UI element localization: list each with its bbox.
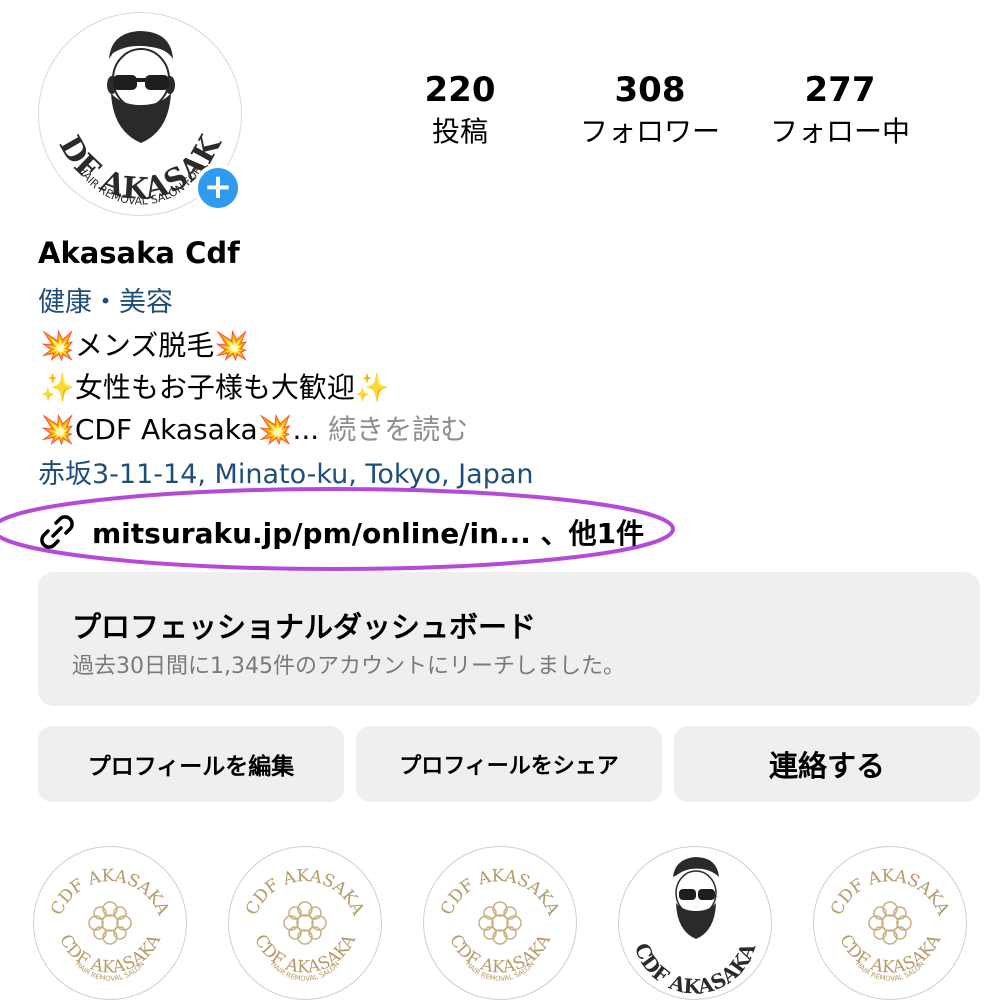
stat-posts[interactable]: 220 投稿 bbox=[375, 70, 545, 154]
svg-text:CDF AKASAKA: CDF AKASAKA bbox=[242, 866, 368, 919]
edit-profile-button[interactable]: プロフィールを編集 bbox=[38, 726, 344, 802]
share-profile-button[interactable]: プロフィールをシェア bbox=[356, 726, 662, 802]
following-label: フォロー中 bbox=[769, 115, 910, 148]
svg-text:CDF AKASAKA: CDF AKASAKA bbox=[835, 931, 945, 978]
posts-label: 投稿 bbox=[431, 115, 488, 148]
bearded-man-logo: CDF AKASAKA bbox=[630, 857, 761, 999]
highlight-5-top-text: CDF AKASAKA bbox=[827, 866, 953, 919]
highlight-2-top-text: CDF AKASAKA bbox=[242, 866, 368, 919]
mandala-logo: CDF AKASAKA CDF AKASAKA HAIR REMOVAL SAL… bbox=[242, 866, 368, 983]
profile-category[interactable]: 健康・美容 bbox=[38, 280, 173, 319]
read-more-link[interactable]: 続きを読む bbox=[319, 413, 468, 446]
dashboard-subtitle: 過去30日間に1,345件のアカウントにリーチしました。 bbox=[72, 654, 625, 679]
bio-line-2: ✨女性もお子様も大歓迎✨ bbox=[40, 371, 390, 404]
highlight-1-top-text: CDF AKASAKA bbox=[47, 866, 173, 919]
story-highlight-2[interactable]: CDF AKASAKA CDF AKASAKA HAIR REMOVAL SAL… bbox=[228, 846, 382, 1000]
following-count: 277 bbox=[804, 70, 876, 110]
svg-text:CDF AKASAKA: CDF AKASAKA bbox=[437, 866, 563, 919]
svg-text:CDF AKASAKA: CDF AKASAKA bbox=[827, 866, 953, 919]
story-highlight-1[interactable]: CDF AKASAKA CDF AKASAKA HAIR REMOVAL SAL… bbox=[33, 846, 187, 1000]
svg-text:CDF AKASAKA: CDF AKASAKA bbox=[445, 931, 555, 978]
story-highlight-4[interactable]: CDF AKASAKA bbox=[618, 846, 772, 1000]
highlight-3-bottom-text: CDF AKASAKA bbox=[445, 931, 555, 978]
highlight-1-bottom-text: CDF AKASAKA bbox=[55, 931, 165, 978]
svg-text:CDF AKASAKA: CDF AKASAKA bbox=[47, 866, 173, 919]
story-highlight-3[interactable]: CDF AKASAKA CDF AKASAKA HAIR REMOVAL SAL… bbox=[423, 846, 577, 1000]
bio-line-3-text: 💥CDF Akasaka💥... bbox=[40, 413, 320, 446]
mandala-logo: CDF AKASAKA CDF AKASAKA HAIR REMOVAL SAL… bbox=[437, 866, 563, 983]
mandala-logo: CDF AKASAKA CDF AKASAKA HAIR REMOVAL SAL… bbox=[827, 866, 953, 983]
story-highlight-5[interactable]: CDF AKASAKA CDF AKASAKA HAIR REMOVAL SAL… bbox=[813, 846, 967, 1000]
link-icon bbox=[40, 515, 74, 549]
stat-following[interactable]: 277 フォロー中 bbox=[755, 70, 925, 154]
highlight-5-bottom-text: CDF AKASAKA bbox=[835, 931, 945, 978]
dashboard-title: プロフェッショナルダッシュボード bbox=[72, 610, 537, 644]
highlight-2-bottom-text: CDF AKASAKA bbox=[250, 931, 360, 978]
link-text[interactable]: mitsuraku.jp/pm/online/in... 、他1件 bbox=[92, 512, 644, 552]
posts-count: 220 bbox=[424, 70, 496, 110]
followers-count: 308 bbox=[614, 70, 686, 110]
profile-name: Akasaka Cdf bbox=[38, 236, 240, 270]
bio-line-3: 💥CDF Akasaka💥... 続きを読む bbox=[40, 408, 468, 448]
mandala-logo: CDF AKASAKA CDF AKASAKA HAIR REMOVAL SAL… bbox=[47, 866, 173, 983]
highlight-3-top-text: CDF AKASAKA bbox=[437, 866, 563, 919]
followers-label: フォロワー bbox=[579, 115, 720, 148]
bio-line-1: 💥メンズ脱毛💥 bbox=[40, 329, 250, 362]
contact-button[interactable]: 連絡する bbox=[674, 726, 980, 802]
professional-dashboard[interactable]: プロフェッショナルダッシュボード 過去30日間に1,345件のアカウントにリーチ… bbox=[38, 572, 980, 706]
svg-text:CDF AKASAKA: CDF AKASAKA bbox=[630, 939, 761, 999]
plus-icon: + bbox=[203, 167, 233, 207]
svg-text:CDF AKASAKA: CDF AKASAKA bbox=[55, 931, 165, 978]
svg-text:CDF AKASAKA: CDF AKASAKA bbox=[250, 931, 360, 978]
add-story-button[interactable]: + bbox=[194, 164, 242, 212]
stat-followers[interactable]: 308 フォロワー bbox=[565, 70, 735, 154]
highlight-4-brand-text: CDF AKASAKA bbox=[630, 939, 761, 999]
profile-link[interactable]: mitsuraku.jp/pm/online/in... 、他1件 bbox=[36, 510, 644, 554]
